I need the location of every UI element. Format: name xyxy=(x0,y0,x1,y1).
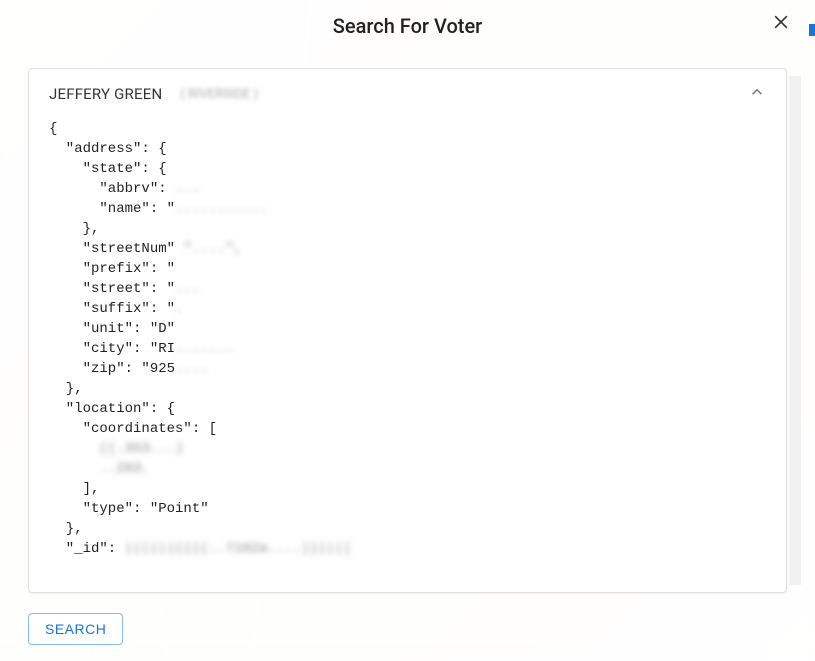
chevron-up-icon xyxy=(748,83,766,105)
modal-title: Search For Voter xyxy=(333,14,482,38)
voter-json-body[interactable]: { "address": { "state": { "abbrv": ... "… xyxy=(29,119,786,592)
modal-header: Search For Voter xyxy=(0,0,815,48)
voter-subtitle: ( RIVERSIDE ) xyxy=(180,87,258,102)
search-voter-modal: Search For Voter JEFFERY GREEN ( RIVERSI… xyxy=(0,0,815,661)
voter-name: JEFFERY GREEN xyxy=(49,85,162,103)
close-icon xyxy=(771,12,791,32)
search-button[interactable]: SEARCH xyxy=(28,613,123,645)
accordion-header[interactable]: JEFFERY GREEN ( RIVERSIDE ) xyxy=(29,69,786,119)
voter-result-accordion: JEFFERY GREEN ( RIVERSIDE ) { "address":… xyxy=(28,68,787,593)
close-button[interactable] xyxy=(769,10,793,34)
modal-footer: SEARCH xyxy=(0,603,815,661)
